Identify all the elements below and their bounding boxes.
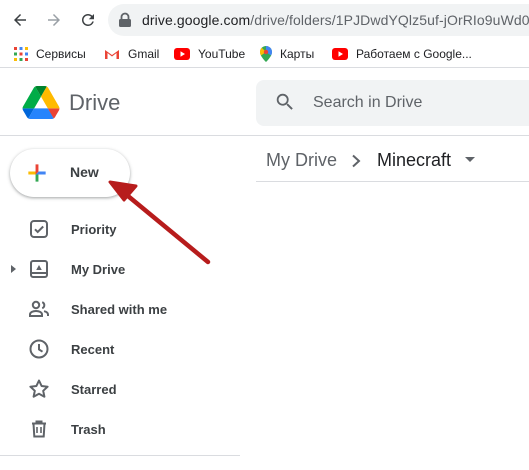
sidebar-item-label: Trash	[71, 422, 106, 437]
people-icon	[27, 297, 51, 321]
breadcrumb-my-drive[interactable]: My Drive	[266, 150, 337, 171]
my-drive-icon	[27, 257, 51, 281]
sidebar-item-label: My Drive	[71, 262, 126, 277]
brand-name: Drive	[69, 90, 121, 115]
youtube-icon	[332, 48, 348, 60]
trash-icon	[27, 417, 51, 441]
arrow-back-icon	[14, 14, 26, 26]
sidebar-item-label: Starred	[71, 382, 117, 397]
new-button-label: New	[70, 164, 99, 180]
chevron-right-icon	[348, 150, 366, 177]
clock-icon	[27, 337, 51, 361]
new-button[interactable]: New	[10, 149, 130, 197]
bookmark-label: Сервисы	[36, 47, 86, 61]
sidebar-divider	[0, 455, 240, 456]
sidebar-item-trash[interactable]: Trash	[0, 413, 240, 445]
gmail-icon	[105, 49, 119, 59]
breadcrumb: My Drive Minecraft	[256, 142, 529, 182]
url-host: drive.google.com	[142, 12, 251, 28]
youtube-icon	[174, 48, 190, 60]
sidebar-item-label: Priority	[71, 222, 117, 237]
drive-logo-icon[interactable]	[22, 86, 60, 124]
bookmark-youtube[interactable]: YouTube	[174, 45, 245, 63]
plus-icon	[24, 160, 50, 191]
url-text: drive.google.com/drive/folders/1PJDwdYQl…	[142, 12, 529, 28]
browser-toolbar: drive.google.com/drive/folders/1PJDwdYQl…	[0, 0, 529, 40]
maps-pin-icon	[260, 46, 272, 62]
reload-icon	[82, 13, 94, 26]
sidebar-item-shared-with-me[interactable]: Shared with me	[0, 293, 240, 325]
sidebar-item-priority[interactable]: Priority	[0, 213, 240, 245]
back-button[interactable]	[8, 8, 32, 32]
sidebar-item-recent[interactable]: Recent	[0, 333, 240, 365]
bookmark-label: Gmail	[128, 47, 160, 61]
bookmark-maps[interactable]: Карты	[260, 45, 314, 63]
address-bar[interactable]: drive.google.com/drive/folders/1PJDwdYQl…	[108, 4, 529, 36]
search-icon[interactable]	[274, 91, 296, 118]
folder-menu-caret-icon[interactable]	[465, 157, 475, 162]
forward-button[interactable]	[42, 8, 66, 32]
breadcrumb-current-folder[interactable]: Minecraft	[377, 150, 451, 171]
expand-arrow-icon[interactable]	[11, 265, 16, 273]
reload-button[interactable]	[76, 8, 100, 32]
apps-grid-icon	[14, 47, 28, 61]
sidebar-item-label: Shared with me	[71, 302, 168, 317]
bookmark-services[interactable]: Сервисы	[14, 45, 86, 63]
bookmark-gmail[interactable]: Gmail	[104, 45, 159, 63]
sidebar-item-label: Recent	[71, 342, 115, 357]
bookmark-label: Карты	[280, 47, 315, 61]
bookmarks-bar: Сервисы Gmail YouTube Карты Работаем с G…	[0, 40, 529, 68]
search-box[interactable]: Search in Drive	[256, 80, 529, 126]
sidebar-item-my-drive[interactable]: My Drive	[0, 253, 240, 285]
priority-check-icon	[27, 217, 51, 241]
url-path: /drive/folders/1PJDwdYQlz5uf-jOrRIo9uWd0…	[250, 12, 529, 28]
arrow-forward-icon	[48, 14, 60, 26]
star-icon	[27, 377, 51, 401]
bookmark-label: YouTube	[198, 47, 246, 61]
drive-header: Drive Search in Drive	[0, 68, 529, 136]
sidebar-item-starred[interactable]: Starred	[0, 373, 240, 405]
bookmark-working-with-google[interactable]: Работаем с Google...	[332, 45, 472, 63]
lock-icon	[118, 12, 132, 33]
bookmark-label: Работаем с Google...	[356, 47, 472, 61]
search-input[interactable]: Search in Drive	[313, 94, 422, 112]
